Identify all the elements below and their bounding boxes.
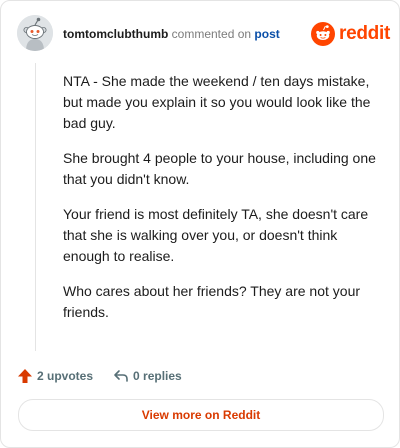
action-text: commented on — [171, 27, 252, 41]
view-more-on-reddit-button[interactable]: View more on Reddit — [18, 399, 384, 431]
post-link[interactable]: post — [254, 27, 279, 41]
reply-count: 0 replies — [133, 369, 182, 383]
username-link[interactable]: tomtomclubthumb — [63, 27, 168, 41]
comment-paragraph: Who cares about her friends? They are no… — [63, 283, 361, 320]
comment-paragraph: Your friend is most definitely TA, she d… — [63, 206, 369, 264]
comment-embed-card: tomtomclubthumb commented on post reddit… — [0, 0, 400, 448]
user-avatar[interactable] — [17, 15, 53, 51]
upvote-arrow-icon — [18, 369, 32, 383]
replies-button[interactable]: 0 replies — [113, 368, 182, 384]
reddit-wordmark: reddit — [339, 23, 390, 44]
comment-paragraph: NTA - She made the weekend / ten days mi… — [63, 73, 371, 131]
comment-paragraph: She brought 4 people to your house, incl… — [63, 150, 376, 187]
upvote-count: 2 upvotes — [37, 369, 94, 383]
thread-line — [35, 63, 36, 351]
reply-arrow-icon — [114, 370, 128, 382]
snoo-avatar-icon — [17, 15, 53, 51]
comment-body: NTA - She made the weekend / ten days mi… — [63, 71, 383, 337]
upvote-button[interactable]: 2 upvotes — [17, 368, 93, 384]
reddit-logo[interactable]: reddit — [311, 21, 390, 47]
reddit-logo-icon — [311, 22, 335, 46]
comment-header: tomtomclubthumb commented on post — [63, 27, 280, 41]
comment-actions: 2 upvotes 0 replies — [17, 365, 182, 387]
